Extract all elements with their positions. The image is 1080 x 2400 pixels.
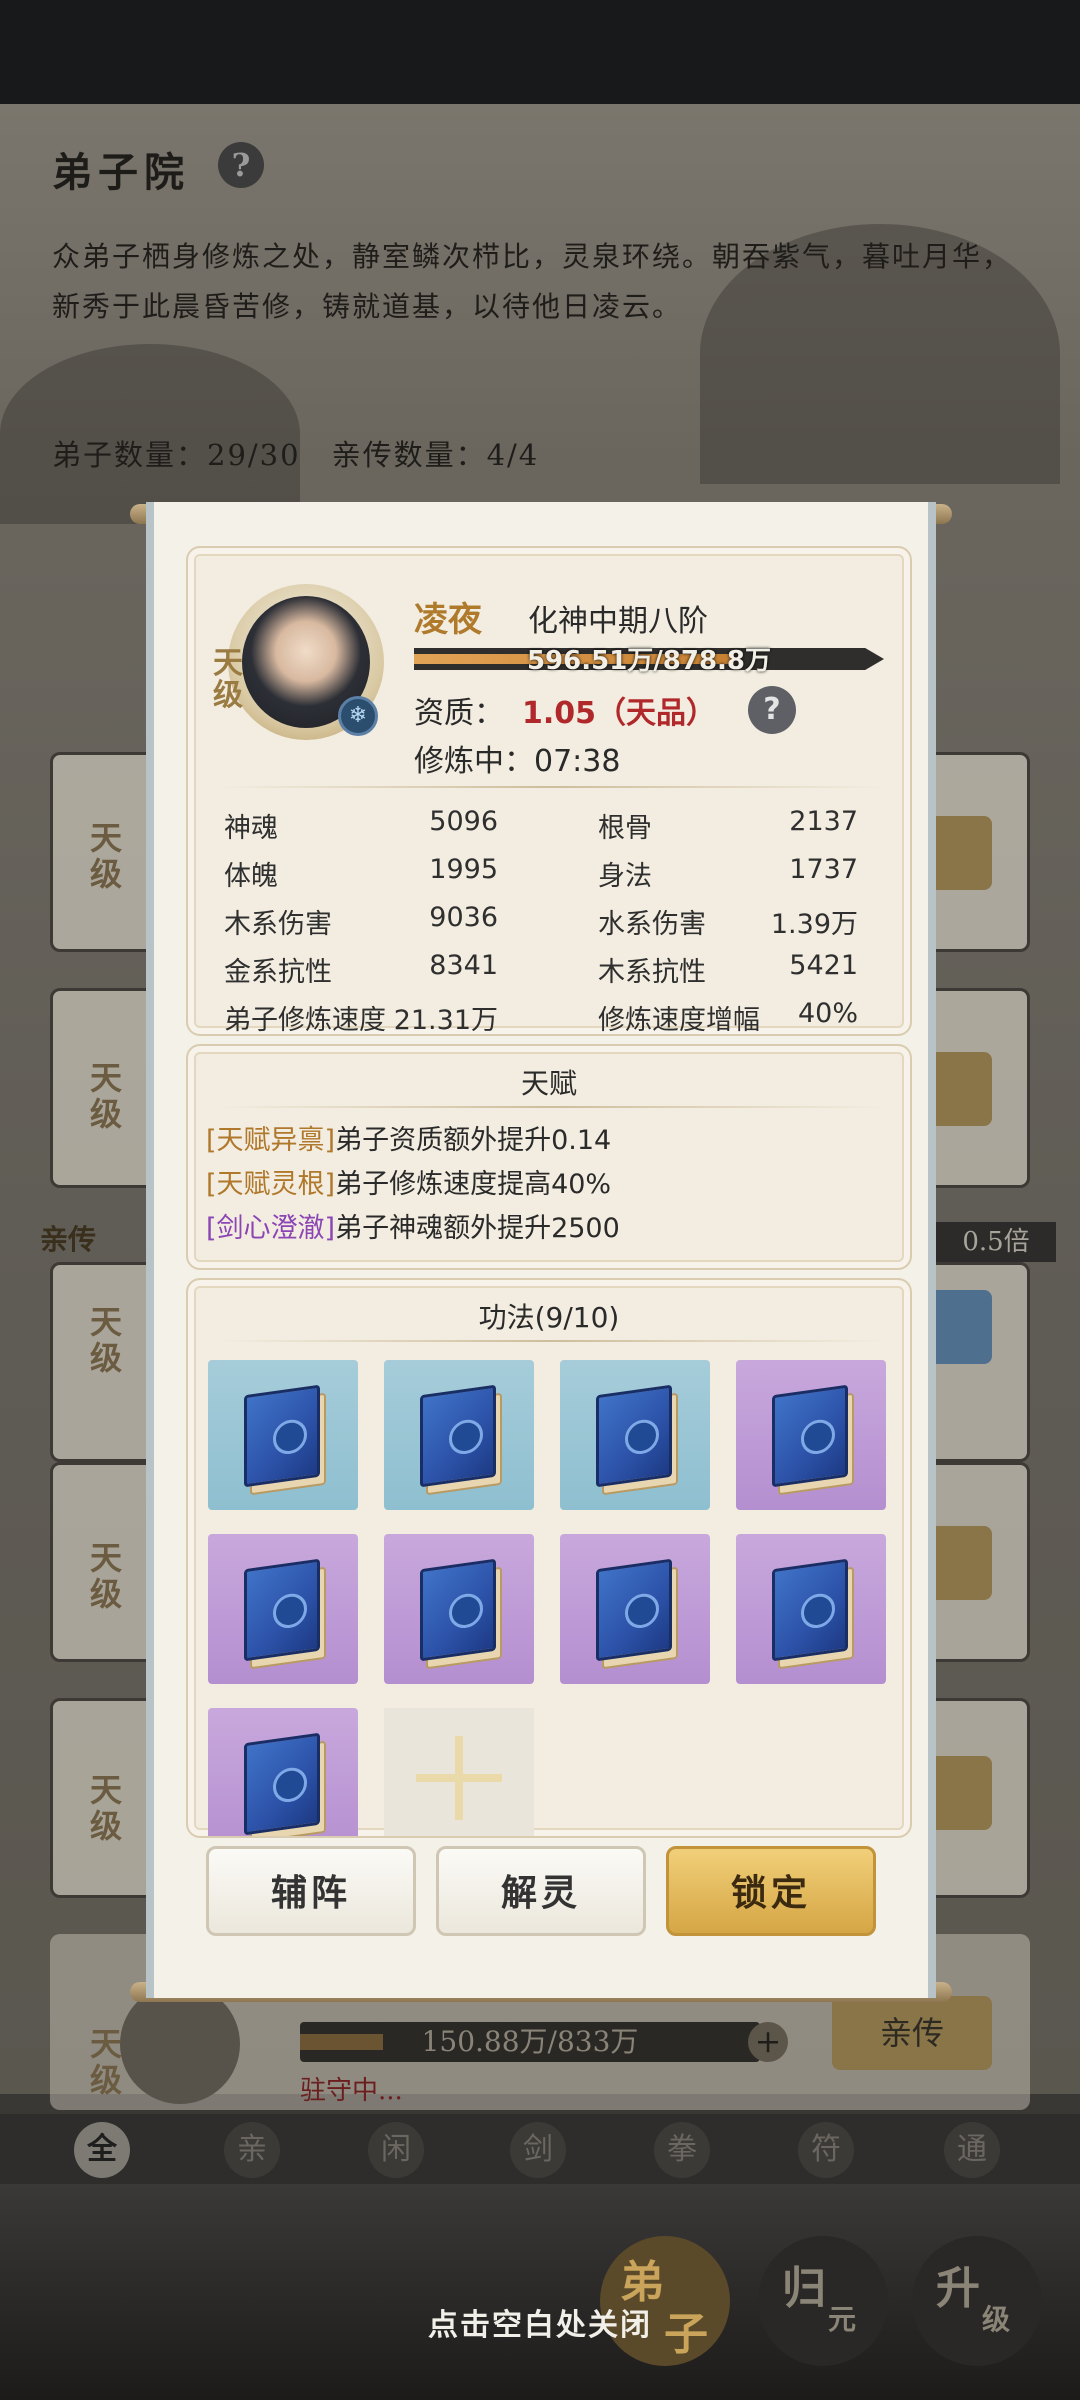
skill-book-icon xyxy=(236,1732,330,1836)
stat-value: 21.31万 xyxy=(393,1005,498,1036)
character-realm: 化神中期八阶 xyxy=(528,604,708,639)
direct-disciple-button[interactable]: 亲传 xyxy=(832,1996,992,2070)
skill-book-icon xyxy=(764,1384,858,1496)
stat-label: 体魄 xyxy=(224,861,278,892)
character-panel: 天级 ❄ 凌夜 化神中期八阶 596.51万/878.8万 资质： 1.05（天… xyxy=(186,546,912,1036)
stat-label: 根骨 xyxy=(598,813,652,844)
stat-value: 9036 xyxy=(429,902,498,933)
help-icon[interactable]: ? xyxy=(748,686,796,734)
training-status: 修炼中：07:38 xyxy=(414,744,621,779)
stat-label: 木系抗性 xyxy=(598,957,706,988)
talent-text: 弟子修炼速度提高40% xyxy=(335,1169,612,1200)
grade-badge: 天级 xyxy=(213,646,243,713)
talent-tag: [天赋灵根] xyxy=(206,1169,336,1200)
status-text: 驻守中... xyxy=(300,2076,403,2106)
grade-badge: 天级 xyxy=(90,819,123,893)
stat-value: 1995 xyxy=(429,854,498,885)
grade-badge: 天级 xyxy=(90,1059,123,1133)
skills-title: 功法(9/10) xyxy=(478,1301,620,1334)
page-title: 弟子院 xyxy=(52,149,190,196)
close-hint[interactable]: 点击空白处关闭 xyxy=(0,2300,1080,2344)
talent-title: 天赋 xyxy=(520,1067,577,1100)
progress-bar: 150.88万/833万 xyxy=(300,2022,760,2062)
skill-book-slot[interactable] xyxy=(208,1708,358,1836)
skill-book-icon xyxy=(764,1558,858,1670)
talent-text: 弟子资质额外提升0.14 xyxy=(335,1125,612,1156)
disciple-counts: 弟子数量：29/30 亲传数量：4/4 xyxy=(52,438,540,472)
skill-book-slot[interactable] xyxy=(560,1360,710,1510)
talent-item: [天赋灵根]弟子修炼速度提高40% xyxy=(206,1162,611,1201)
grade-badge: 天级 xyxy=(90,1771,123,1845)
filter-all[interactable]: 全 xyxy=(74,2122,130,2178)
aptitude-value: 1.05（天品） xyxy=(522,696,717,731)
skill-book-slot[interactable] xyxy=(208,1360,358,1510)
disciple-detail-modal: 天级 ❄ 凌夜 化神中期八阶 596.51万/878.8万 资质： 1.05（天… xyxy=(146,502,936,1998)
skill-book-icon xyxy=(588,1384,682,1496)
grade-badge: 天级 xyxy=(90,1303,123,1377)
assist-button[interactable]: 辅阵 xyxy=(206,1846,416,1936)
status-bar xyxy=(0,0,1080,104)
stat-label: 金系抗性 xyxy=(224,957,332,988)
help-icon[interactable]: ? xyxy=(218,142,264,188)
filter-sword[interactable]: 剑 xyxy=(510,2122,566,2178)
filter-fist[interactable]: 拳 xyxy=(654,2122,710,2178)
stat-value: 2137 xyxy=(789,806,858,837)
divider xyxy=(218,786,884,788)
filter-talisman[interactable]: 符 xyxy=(798,2122,854,2178)
progress-fill xyxy=(300,2034,383,2050)
skills-panel: 功法(9/10) xyxy=(186,1278,912,1838)
skill-book-slot[interactable] xyxy=(736,1534,886,1684)
stat-value: 8341 xyxy=(429,950,498,981)
direct-disciple-label: 亲传 xyxy=(40,1223,97,1256)
stat-value: 40% xyxy=(797,998,858,1029)
talent-item: [天赋异禀]弟子资质额外提升0.14 xyxy=(206,1118,611,1157)
plus-icon[interactable]: + xyxy=(748,2022,788,2062)
divider xyxy=(218,1340,884,1342)
filter-idle[interactable]: 闲 xyxy=(368,2122,424,2178)
stat-value: 1.39万 xyxy=(770,909,858,940)
character-name: 凌夜 xyxy=(414,600,482,640)
stat-value: 1737 xyxy=(789,854,858,885)
talent-item: [剑心澄澈]弟子神魂额外提升2500 xyxy=(206,1206,620,1245)
talent-tag: [天赋异禀] xyxy=(206,1125,336,1156)
release-button[interactable]: 解灵 xyxy=(436,1846,646,1936)
skill-book-icon xyxy=(412,1558,506,1670)
page-description: 众弟子栖身修炼之处，静室鳞次栉比，灵泉环绕。朝吞紫气，暮吐月华，新秀于此晨昏苦修… xyxy=(52,240,1013,323)
skill-book-icon xyxy=(236,1558,330,1670)
add-skill-slot[interactable] xyxy=(384,1708,534,1836)
skill-book-icon xyxy=(236,1384,330,1496)
skill-book-slot[interactable] xyxy=(208,1534,358,1684)
talent-text: 弟子神魂额外提升2500 xyxy=(335,1213,620,1244)
multiplier-badge: 0.5倍 xyxy=(936,1222,1056,1262)
grade-badge: 天级 xyxy=(90,2025,123,2099)
stat-value: 5421 xyxy=(789,950,858,981)
lock-button[interactable]: 锁定 xyxy=(666,1846,876,1936)
filter-direct[interactable]: 亲 xyxy=(224,2122,280,2178)
talent-panel: 天赋 [天赋异禀]弟子资质额外提升0.14 [天赋灵根]弟子修炼速度提高40% … xyxy=(186,1044,912,1270)
filter-general[interactable]: 通 xyxy=(944,2122,1000,2178)
skill-book-slot[interactable] xyxy=(384,1534,534,1684)
talent-tag: [剑心澄澈] xyxy=(206,1213,336,1244)
stat-label: 神魂 xyxy=(224,813,278,844)
stat-label: 身法 xyxy=(598,861,652,892)
grade-badge: 天级 xyxy=(90,1539,123,1613)
exp-text: 596.51万/878.8万 xyxy=(526,646,772,676)
stat-value: 5096 xyxy=(429,806,498,837)
skill-book-slot[interactable] xyxy=(736,1360,886,1510)
skill-book-icon xyxy=(588,1558,682,1670)
skill-book-slot[interactable] xyxy=(384,1360,534,1510)
progress-text: 150.88万/833万 xyxy=(421,2025,639,2058)
divider xyxy=(218,1106,884,1108)
stat-label: 木系伤害 xyxy=(224,909,332,940)
aptitude-label: 资质： xyxy=(414,696,504,731)
skill-book-slot[interactable] xyxy=(560,1534,710,1684)
water-element-icon: ❄ xyxy=(338,696,378,736)
stat-label: 水系伤害 xyxy=(598,909,706,940)
skill-book-icon xyxy=(412,1384,506,1496)
